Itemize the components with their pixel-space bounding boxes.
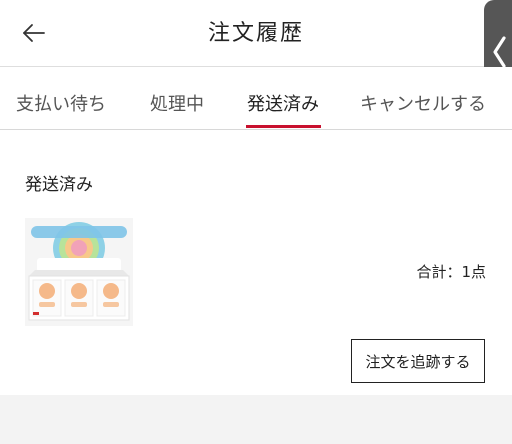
order-card: 発送済み 合計：1点 注文を追跡する bbox=[0, 130, 512, 395]
header-bar: 注文履歴 bbox=[0, 0, 512, 67]
page-title: 注文履歴 bbox=[207, 21, 304, 46]
order-status-tabs: 支払い待ち 処理中 発送済み キャンセルする bbox=[0, 67, 512, 130]
chevron-left-icon bbox=[493, 36, 506, 68]
tab-cancelled[interactable]: キャンセルする bbox=[360, 90, 486, 116]
order-total: 合計：1点 bbox=[416, 263, 486, 281]
active-tab-indicator bbox=[246, 125, 321, 128]
tab-awaiting-payment[interactable]: 支払い待ち bbox=[16, 90, 106, 116]
order-status-label: 発送済み bbox=[25, 175, 93, 195]
product-thumbnail[interactable] bbox=[25, 218, 133, 326]
track-order-button[interactable]: 注文を追跡する bbox=[351, 339, 485, 383]
tab-processing[interactable]: 処理中 bbox=[150, 90, 204, 116]
tab-shipped[interactable]: 発送済み bbox=[247, 90, 319, 116]
product-box-image bbox=[25, 218, 133, 326]
